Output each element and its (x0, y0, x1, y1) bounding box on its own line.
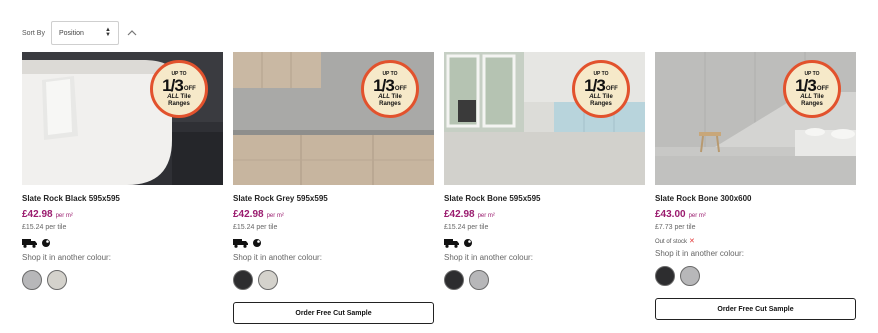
colour-swatches (22, 270, 223, 290)
promo-fraction: 1/3 (373, 75, 395, 95)
price-unit: per m² (55, 213, 73, 219)
colour-swatch[interactable] (258, 270, 278, 290)
sort-selected-value: Position (58, 29, 84, 37)
price-amount: £43.00 (655, 209, 686, 220)
promo-all: ALL (800, 93, 812, 100)
promo-badge: UP TO 1/3 OFF ALL Tile Ranges (783, 60, 841, 118)
price-amount: £42.98 (444, 209, 475, 220)
colour-swatch[interactable] (444, 270, 464, 290)
colour-swatch[interactable] (469, 270, 489, 290)
promo-tile: Tile (813, 93, 824, 100)
product-card: UP TO 1/3 OFF ALL Tile Ranges Slate Rock … (22, 52, 223, 290)
delivery-truck-icon (233, 238, 248, 248)
product-price: £42.98 per m² (444, 209, 645, 221)
product-title[interactable]: Slate Rock Black 595x595 (22, 194, 223, 205)
colour-swatch[interactable] (655, 266, 675, 286)
chevron-up-icon[interactable] (126, 27, 138, 39)
promo-fraction: 1/3 (795, 75, 817, 95)
product-price: £42.98 per m² (233, 209, 434, 221)
click-collect-icon (42, 238, 50, 247)
product-image[interactable]: UP TO 1/3 OFF ALL Tile Ranges (655, 52, 856, 185)
sort-select[interactable]: Position ▲ ▼ (50, 21, 119, 45)
colour-swatches (655, 266, 856, 286)
colour-swatches (444, 270, 645, 290)
click-collect-icon (253, 238, 261, 247)
promo-badge: UP TO 1/3 OFF ALL Tile Ranges (361, 60, 419, 118)
per-tile-price: £7.73 per tile (655, 224, 696, 231)
colour-swatch[interactable] (47, 270, 67, 290)
promo-ranges: Ranges (379, 100, 401, 107)
promo-ranges: Ranges (590, 100, 612, 107)
promo-tile: Tile (602, 93, 613, 100)
fulfilment-icons (444, 237, 645, 248)
close-icon: ✕ (689, 238, 695, 245)
product-image[interactable]: UP TO 1/3 OFF ALL Tile Ranges (22, 52, 223, 185)
colour-swatch[interactable] (233, 270, 253, 290)
promo-badge: UP TO 1/3 OFF ALL Tile Ranges (150, 60, 208, 118)
colour-swatches (233, 270, 434, 290)
shop-another-colour-label: Shop it in another colour: (233, 253, 322, 262)
promo-all: ALL (378, 93, 390, 100)
click-collect-icon (464, 238, 472, 247)
product-image[interactable]: UP TO 1/3 OFF ALL Tile Ranges (444, 52, 645, 185)
delivery-truck-icon (22, 238, 37, 248)
product-card: UP TO 1/3 OFF ALL Tile Ranges Slate Rock … (444, 52, 645, 290)
promo-ranges: Ranges (801, 100, 823, 107)
promo-badge: UP TO 1/3 OFF ALL Tile Ranges (572, 60, 630, 118)
colour-swatch[interactable] (680, 266, 700, 286)
promo-off: OFF (816, 85, 829, 92)
promo-tile: Tile (180, 93, 191, 100)
delivery-truck-icon (444, 238, 459, 248)
shop-another-colour-label: Shop it in another colour: (444, 253, 533, 262)
product-image[interactable]: UP TO 1/3 OFF ALL Tile Ranges (233, 52, 434, 185)
fulfilment-icons (22, 237, 223, 248)
price-unit: per m² (266, 213, 284, 219)
promo-ranges: Ranges (168, 100, 190, 107)
colour-swatch[interactable] (22, 270, 42, 290)
product-price: £43.00 per m² (655, 209, 856, 221)
promo-tile: Tile (391, 93, 402, 100)
product-title[interactable]: Slate Rock Bone 595x595 (444, 194, 645, 205)
per-tile-price: £15.24 per tile (233, 224, 278, 231)
price-unit: per m² (688, 213, 706, 219)
promo-all: ALL (167, 93, 179, 100)
product-title[interactable]: Slate Rock Grey 595x595 (233, 194, 434, 205)
promo-off: OFF (394, 85, 407, 92)
promo-off: OFF (605, 85, 618, 92)
promo-fraction: 1/3 (162, 75, 184, 95)
product-card: UP TO 1/3 OFF ALL Tile Ranges Slate Rock … (655, 52, 856, 320)
out-of-stock-status: Out of stock ✕ (655, 237, 856, 245)
promo-off: OFF (183, 85, 196, 92)
product-title[interactable]: Slate Rock Bone 300x600 (655, 194, 856, 205)
product-card: UP TO 1/3 OFF ALL Tile Ranges Slate Rock … (233, 52, 434, 324)
order-sample-button[interactable]: Order Free Cut Sample (233, 302, 434, 324)
sort-label: Sort By (22, 29, 45, 37)
price-unit: per m² (477, 213, 495, 219)
product-price: £42.98 per m² (22, 209, 223, 221)
select-arrows-icon: ▲ ▼ (105, 27, 111, 38)
fulfilment-icons (233, 237, 434, 248)
order-sample-button[interactable]: Order Free Cut Sample (655, 298, 856, 320)
price-amount: £42.98 (233, 209, 264, 220)
price-amount: £42.98 (22, 209, 53, 220)
shop-another-colour-label: Shop it in another colour: (22, 253, 111, 262)
promo-all: ALL (589, 93, 601, 100)
shop-another-colour-label: Shop it in another colour: (655, 249, 744, 258)
sort-bar: Sort By Position ▲ ▼ (22, 21, 138, 45)
per-tile-price: £15.24 per tile (444, 224, 489, 231)
out-of-stock-label: Out of stock (655, 239, 688, 245)
promo-fraction: 1/3 (584, 75, 606, 95)
per-tile-price: £15.24 per tile (22, 224, 67, 231)
